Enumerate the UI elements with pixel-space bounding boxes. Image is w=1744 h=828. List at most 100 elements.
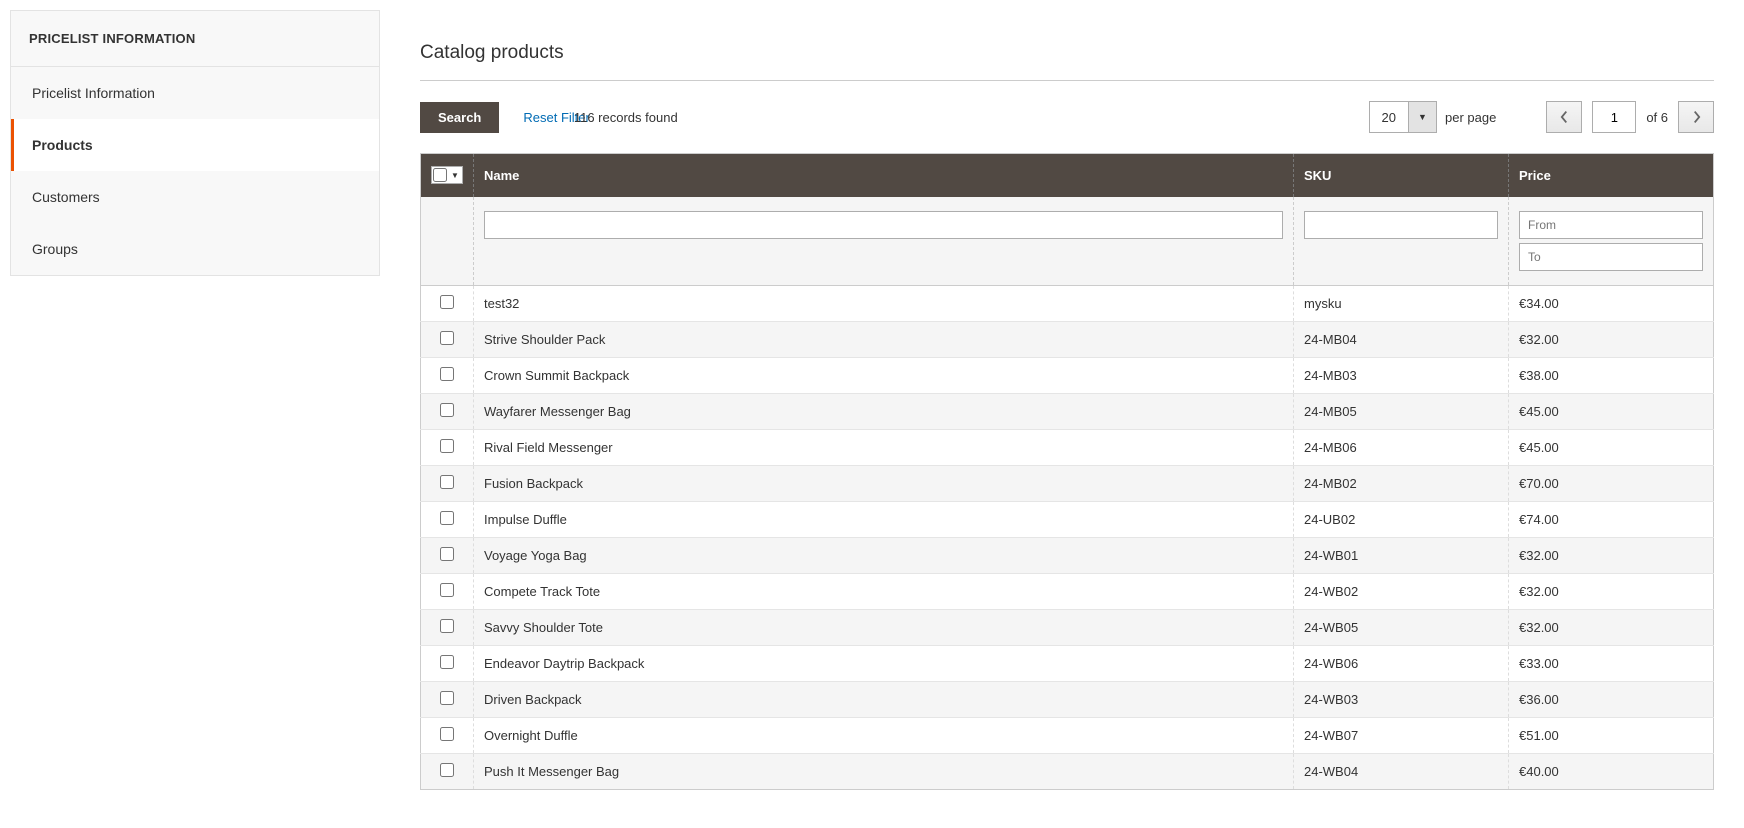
row-sku-cell: 24-WB02: [1294, 574, 1509, 610]
row-name-cell: test32: [474, 286, 1294, 322]
row-price-cell: €74.00: [1509, 502, 1714, 538]
per-page-value: 20: [1370, 110, 1408, 125]
search-button[interactable]: Search: [420, 102, 499, 133]
row-sku-cell: 24-UB02: [1294, 502, 1509, 538]
table-row[interactable]: Impulse Duffle24-UB02€74.00: [421, 502, 1714, 538]
toolbar-right: 20 ▼ per page of 6: [1369, 101, 1714, 133]
row-sku-cell: mysku: [1294, 286, 1509, 322]
row-checkbox-cell: [421, 646, 474, 682]
select-all-checkbox[interactable]: [433, 168, 447, 182]
row-checkbox[interactable]: [440, 691, 454, 705]
row-name-cell: Wayfarer Messenger Bag: [474, 394, 1294, 430]
row-sku-cell: 24-MB04: [1294, 322, 1509, 358]
header-sku[interactable]: SKU: [1294, 154, 1509, 198]
chevron-right-icon: [1692, 109, 1701, 125]
row-checkbox[interactable]: [440, 475, 454, 489]
row-price-cell: €32.00: [1509, 574, 1714, 610]
row-price-cell: €51.00: [1509, 718, 1714, 754]
row-checkbox[interactable]: [440, 331, 454, 345]
table-row[interactable]: Fusion Backpack24-MB02€70.00: [421, 466, 1714, 502]
filter-price-to-input[interactable]: [1519, 243, 1703, 271]
row-checkbox[interactable]: [440, 295, 454, 309]
row-price-cell: €40.00: [1509, 754, 1714, 790]
row-price-cell: €34.00: [1509, 286, 1714, 322]
row-price-cell: €45.00: [1509, 394, 1714, 430]
row-checkbox[interactable]: [440, 367, 454, 381]
filter-sku-cell: [1294, 197, 1509, 286]
toolbar-left: Search Reset Filter: [420, 102, 594, 133]
records-found-label: 116 records found: [574, 110, 1369, 125]
next-page-button[interactable]: [1678, 101, 1714, 133]
filter-name-cell: [474, 197, 1294, 286]
filter-price-from-input[interactable]: [1519, 211, 1703, 239]
row-checkbox[interactable]: [440, 727, 454, 741]
table-row[interactable]: Driven Backpack24-WB03€36.00: [421, 682, 1714, 718]
row-sku-cell: 24-WB03: [1294, 682, 1509, 718]
per-page-select[interactable]: 20 ▼: [1369, 101, 1437, 133]
per-page-control: 20 ▼ per page: [1369, 101, 1497, 133]
row-checkbox[interactable]: [440, 511, 454, 525]
row-name-cell: Crown Summit Backpack: [474, 358, 1294, 394]
row-name-cell: Fusion Backpack: [474, 466, 1294, 502]
table-row[interactable]: Strive Shoulder Pack24-MB04€32.00: [421, 322, 1714, 358]
table-row[interactable]: Savvy Shoulder Tote24-WB05€32.00: [421, 610, 1714, 646]
filter-price-cell: [1509, 197, 1714, 286]
toolbar: Search Reset Filter 116 records found 20…: [420, 101, 1714, 133]
page-input[interactable]: [1592, 101, 1636, 133]
sidebar-item-products[interactable]: Products: [11, 119, 379, 171]
row-sku-cell: 24-MB02: [1294, 466, 1509, 502]
filter-name-input[interactable]: [484, 211, 1283, 239]
row-sku-cell: 24-WB06: [1294, 646, 1509, 682]
table-row[interactable]: Compete Track Tote24-WB02€32.00: [421, 574, 1714, 610]
header-price[interactable]: Price: [1509, 154, 1714, 198]
row-checkbox[interactable]: [440, 547, 454, 561]
row-checkbox-cell: [421, 610, 474, 646]
per-page-label: per page: [1445, 110, 1496, 125]
table-row[interactable]: Crown Summit Backpack24-MB03€38.00: [421, 358, 1714, 394]
filter-checkbox-cell: [421, 197, 474, 286]
prev-page-button[interactable]: [1546, 101, 1582, 133]
pager: of 6: [1546, 101, 1714, 133]
row-name-cell: Overnight Duffle: [474, 718, 1294, 754]
sidebar-header: PRICELIST INFORMATION: [11, 11, 379, 67]
chevron-down-icon[interactable]: ▼: [448, 167, 462, 183]
row-checkbox-cell: [421, 322, 474, 358]
row-checkbox[interactable]: [440, 583, 454, 597]
select-all-control[interactable]: ▼: [431, 166, 463, 184]
chevron-down-icon[interactable]: ▼: [1408, 102, 1436, 132]
table-row[interactable]: Endeavor Daytrip Backpack24-WB06€33.00: [421, 646, 1714, 682]
header-checkbox-cell: ▼: [421, 154, 474, 198]
table-row[interactable]: Overnight Duffle24-WB07€51.00: [421, 718, 1714, 754]
row-checkbox-cell: [421, 358, 474, 394]
sidebar-item-customers[interactable]: Customers: [11, 171, 379, 223]
row-checkbox[interactable]: [440, 403, 454, 417]
table-row[interactable]: Rival Field Messenger24-MB06€45.00: [421, 430, 1714, 466]
main-content: Catalog products Search Reset Filter 116…: [420, 10, 1734, 790]
row-sku-cell: 24-MB06: [1294, 430, 1509, 466]
table-row[interactable]: Push It Messenger Bag24-WB04€40.00: [421, 754, 1714, 790]
row-name-cell: Rival Field Messenger: [474, 430, 1294, 466]
header-name[interactable]: Name: [474, 154, 1294, 198]
row-checkbox[interactable]: [440, 763, 454, 777]
chevron-left-icon: [1560, 109, 1569, 125]
sidebar-item-pricelist-information[interactable]: Pricelist Information: [11, 67, 379, 119]
row-sku-cell: 24-MB03: [1294, 358, 1509, 394]
row-checkbox-cell: [421, 394, 474, 430]
filter-sku-input[interactable]: [1304, 211, 1498, 239]
row-price-cell: €32.00: [1509, 538, 1714, 574]
table-row[interactable]: test32mysku€34.00: [421, 286, 1714, 322]
row-sku-cell: 24-WB04: [1294, 754, 1509, 790]
table-row[interactable]: Voyage Yoga Bag24-WB01€32.00: [421, 538, 1714, 574]
row-checkbox[interactable]: [440, 655, 454, 669]
table-header-row: ▼ Name SKU Price: [421, 154, 1714, 198]
row-checkbox[interactable]: [440, 439, 454, 453]
sidebar-item-groups[interactable]: Groups: [11, 223, 379, 275]
row-sku-cell: 24-WB01: [1294, 538, 1509, 574]
table-filter-row: [421, 197, 1714, 286]
table-row[interactable]: Wayfarer Messenger Bag24-MB05€45.00: [421, 394, 1714, 430]
products-table: ▼ Name SKU Price te: [420, 153, 1714, 790]
row-sku-cell: 24-MB05: [1294, 394, 1509, 430]
row-checkbox-cell: [421, 286, 474, 322]
row-checkbox[interactable]: [440, 619, 454, 633]
row-checkbox-cell: [421, 754, 474, 790]
